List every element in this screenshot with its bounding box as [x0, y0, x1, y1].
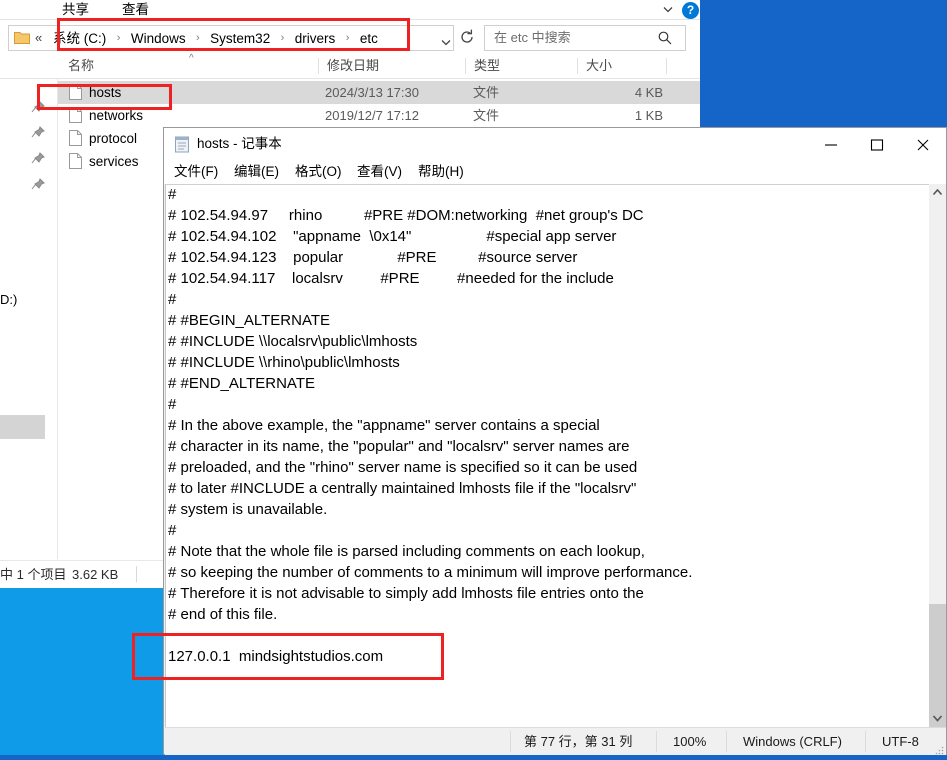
status-divider: [510, 731, 511, 752]
minimize-button[interactable]: [808, 128, 854, 160]
status-total-size: 3.62 KB: [72, 566, 118, 583]
search-icon[interactable]: [657, 30, 673, 46]
chevron-down-icon[interactable]: [660, 1, 676, 17]
folder-icon: [14, 30, 30, 45]
column-header-row: 名称 修改日期 类型 大小: [0, 54, 700, 78]
file-size: 1 KB: [598, 107, 663, 124]
search-input[interactable]: 在 etc 中搜索: [484, 25, 686, 51]
menu-file[interactable]: 文件(F): [174, 163, 218, 181]
help-icon[interactable]: ?: [682, 2, 699, 19]
notepad-title: hosts - 记事本: [197, 135, 282, 153]
column-header-name[interactable]: 名称: [68, 57, 94, 75]
file-date: 2024/3/13 17:30: [325, 84, 419, 101]
status-selected-items: 中 1 个项目: [0, 566, 66, 583]
ribbon-tab-bar: 共享 查看 ?: [0, 0, 700, 19]
close-button[interactable]: [900, 128, 946, 160]
maximize-button[interactable]: [854, 128, 900, 160]
file-name[interactable]: protocol: [89, 130, 137, 147]
column-header-size[interactable]: 大小: [586, 57, 612, 75]
search-placeholder: 在 etc 中搜索: [494, 29, 571, 47]
notepad-menu-bar: 文件(F) 编辑(E) 格式(O) 查看(V) 帮助(H): [164, 161, 946, 184]
column-divider[interactable]: [318, 58, 319, 74]
menu-edit[interactable]: 编辑(E): [234, 163, 279, 181]
nav-drive-label[interactable]: D:): [0, 291, 17, 308]
annotation-box-hosts-row: [37, 84, 172, 110]
annotation-box-hosts-entry: [132, 633, 444, 680]
file-icon: [69, 153, 82, 169]
pin-icon[interactable]: [31, 152, 45, 166]
ribbon-tab-view[interactable]: 查看: [122, 0, 149, 19]
status-divider: [656, 731, 657, 752]
scroll-up-arrow-icon[interactable]: [929, 184, 946, 201]
file-type: 文件: [473, 84, 499, 101]
column-header-date[interactable]: 修改日期: [327, 57, 379, 75]
annotation-box-address-bar: [57, 18, 410, 51]
column-divider[interactable]: [577, 58, 578, 74]
status-zoom-level[interactable]: 100%: [673, 733, 706, 750]
notepad-status-bar: 第 77 行，第 31 列 100% Windows (CRLF) UTF-8: [165, 727, 946, 755]
status-encoding[interactable]: UTF-8: [882, 733, 919, 750]
address-overflow-chevron[interactable]: «: [35, 29, 42, 47]
refresh-icon[interactable]: [456, 25, 478, 49]
notepad-title-bar[interactable]: hosts - 记事本: [164, 128, 946, 161]
column-divider[interactable]: [465, 58, 466, 74]
column-divider[interactable]: [666, 58, 667, 74]
chevron-down-icon[interactable]: [437, 33, 455, 51]
vertical-scrollbar[interactable]: [929, 184, 946, 727]
status-line-ending[interactable]: Windows (CRLF): [743, 733, 842, 750]
nav-selected-block[interactable]: [0, 415, 45, 439]
file-name[interactable]: services: [89, 153, 139, 170]
sort-ascending-icon: ^: [189, 54, 194, 64]
scroll-down-arrow-icon[interactable]: [929, 710, 946, 727]
status-divider: [726, 731, 727, 752]
column-header-type[interactable]: 类型: [474, 57, 500, 75]
menu-format[interactable]: 格式(O): [295, 163, 342, 181]
file-type: 文件: [473, 107, 499, 124]
resize-grip-icon[interactable]: [935, 742, 944, 751]
status-cursor-position[interactable]: 第 77 行，第 31 列: [524, 733, 632, 750]
pin-icon[interactable]: [31, 178, 45, 192]
menu-view[interactable]: 查看(V): [357, 163, 402, 181]
notepad-icon: [174, 136, 191, 153]
notepad-text-content: # # 102.54.94.97 rhino #PRE #DOM:network…: [168, 184, 692, 667]
file-date: 2019/12/7 17:12: [325, 107, 419, 124]
navigation-pane: D:): [0, 79, 57, 559]
file-size: 4 KB: [598, 84, 663, 101]
status-divider: [136, 566, 137, 582]
status-divider: [865, 731, 866, 752]
menu-help[interactable]: 帮助(H): [418, 163, 464, 181]
ribbon-tab-share[interactable]: 共享: [62, 0, 89, 19]
file-icon: [69, 130, 82, 146]
pin-icon[interactable]: [31, 126, 45, 140]
